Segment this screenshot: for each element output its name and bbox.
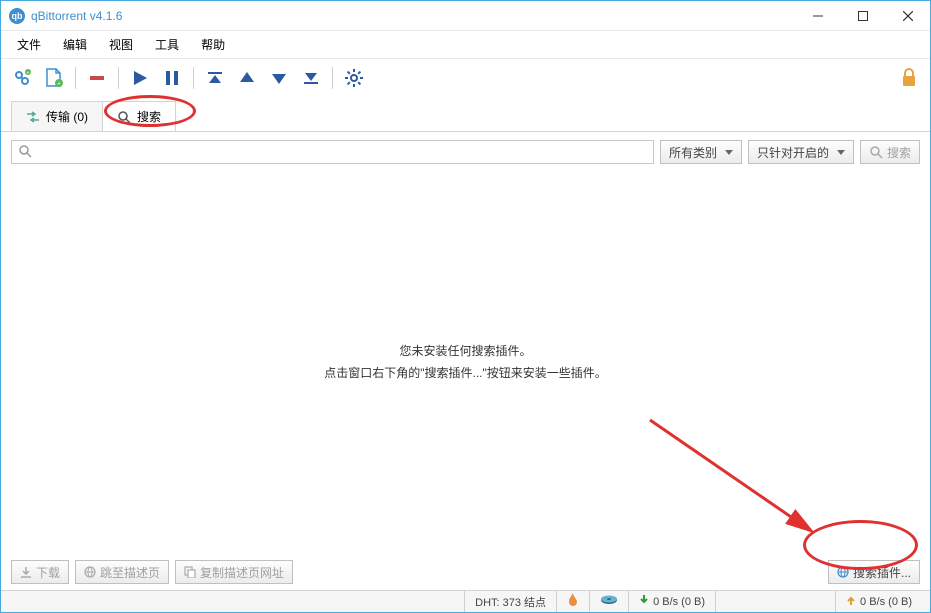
search-icon: [12, 144, 38, 161]
status-disk: [589, 591, 628, 612]
arrow-up-icon: [846, 594, 856, 609]
search-button-label: 搜索: [887, 144, 911, 161]
close-button[interactable]: [885, 1, 930, 30]
maximize-button[interactable]: [840, 1, 885, 30]
search-button[interactable]: 搜索: [860, 140, 920, 164]
separator: [75, 67, 76, 89]
tab-transfers-label: 传输 (0): [46, 108, 88, 125]
copy-description-button[interactable]: 复制描述页网址: [175, 560, 293, 584]
toolbar: + +: [1, 59, 930, 98]
window-title: qBittorrent v4.1.6: [31, 9, 122, 23]
bottom-row: 下载 跳至描述页 复制描述页网址 搜索插件...: [1, 554, 930, 590]
download-icon: [20, 566, 32, 578]
scope-select[interactable]: 只针对开启的: [748, 140, 854, 164]
status-upload: 0 B/s (0 B): [835, 591, 922, 612]
arrow-down-icon: [639, 594, 649, 609]
transfers-icon: [26, 111, 40, 123]
separator: [118, 67, 119, 89]
add-torrent-link-button[interactable]: +: [7, 63, 37, 93]
chevron-down-icon: [837, 145, 845, 159]
tab-transfers[interactable]: 传输 (0): [11, 101, 103, 131]
menu-help[interactable]: 帮助: [191, 33, 235, 56]
menu-edit[interactable]: 编辑: [53, 33, 97, 56]
tab-search-label: 搜索: [137, 108, 161, 125]
search-input[interactable]: [38, 141, 653, 163]
menubar: 文件 编辑 视图 工具 帮助: [1, 31, 930, 59]
status-dht: DHT: 373 结点: [464, 591, 556, 612]
globe-icon: [837, 566, 849, 578]
add-torrent-file-button[interactable]: +: [39, 63, 69, 93]
pause-button[interactable]: [157, 63, 187, 93]
goto-description-label: 跳至描述页: [100, 564, 160, 581]
empty-message-line1: 您未安装任何搜索插件。: [399, 341, 531, 363]
copy-description-label: 复制描述页网址: [200, 564, 284, 581]
statusbar: DHT: 373 结点 0 B/s (0 B) 0 B/s (0 B): [1, 590, 930, 612]
search-icon: [869, 145, 883, 159]
download-button[interactable]: 下载: [11, 560, 69, 584]
fire-icon: [567, 593, 579, 610]
separator: [332, 67, 333, 89]
menu-file[interactable]: 文件: [7, 33, 51, 56]
search-plugins-button[interactable]: 搜索插件...: [828, 560, 920, 584]
titlebar: qb qBittorrent v4.1.6: [1, 1, 930, 31]
chevron-down-icon: [725, 145, 733, 159]
category-select[interactable]: 所有类别: [660, 140, 742, 164]
scope-select-label: 只针对开启的: [757, 144, 829, 161]
move-top-button[interactable]: [200, 63, 230, 93]
svg-text:+: +: [57, 82, 61, 88]
menu-tools[interactable]: 工具: [145, 33, 189, 56]
search-bar: 所有类别 只针对开启的 搜索: [1, 132, 930, 172]
globe-icon: [84, 566, 96, 578]
search-results-empty: 您未安装任何搜索插件。 点击窗口右下角的"搜索插件..."按钮来安装一些插件。: [1, 172, 930, 554]
resume-button[interactable]: [125, 63, 155, 93]
search-input-wrap[interactable]: [11, 140, 654, 164]
minimize-button[interactable]: [795, 1, 840, 30]
status-download: 0 B/s (0 B): [628, 591, 715, 612]
app-icon: qb: [9, 8, 25, 24]
move-bottom-button[interactable]: [296, 63, 326, 93]
separator: [193, 67, 194, 89]
delete-button[interactable]: [82, 63, 112, 93]
tab-search[interactable]: 搜索: [102, 101, 176, 131]
copy-icon: [184, 566, 196, 578]
empty-message-line2: 点击窗口右下角的"搜索插件..."按钮来安装一些插件。: [324, 363, 607, 385]
disk-icon: [600, 595, 618, 608]
menu-view[interactable]: 视图: [99, 33, 143, 56]
move-down-button[interactable]: [264, 63, 294, 93]
tabs: 传输 (0) 搜索: [1, 97, 930, 132]
category-select-label: 所有类别: [669, 144, 717, 161]
lock-button[interactable]: [894, 63, 924, 93]
search-plugins-label: 搜索插件...: [853, 564, 911, 581]
download-button-label: 下载: [36, 564, 60, 581]
search-icon: [117, 110, 131, 124]
settings-button[interactable]: [339, 63, 369, 93]
goto-description-button[interactable]: 跳至描述页: [75, 560, 169, 584]
status-firewall: [556, 591, 589, 612]
move-up-button[interactable]: [232, 63, 262, 93]
svg-text:+: +: [27, 71, 30, 77]
